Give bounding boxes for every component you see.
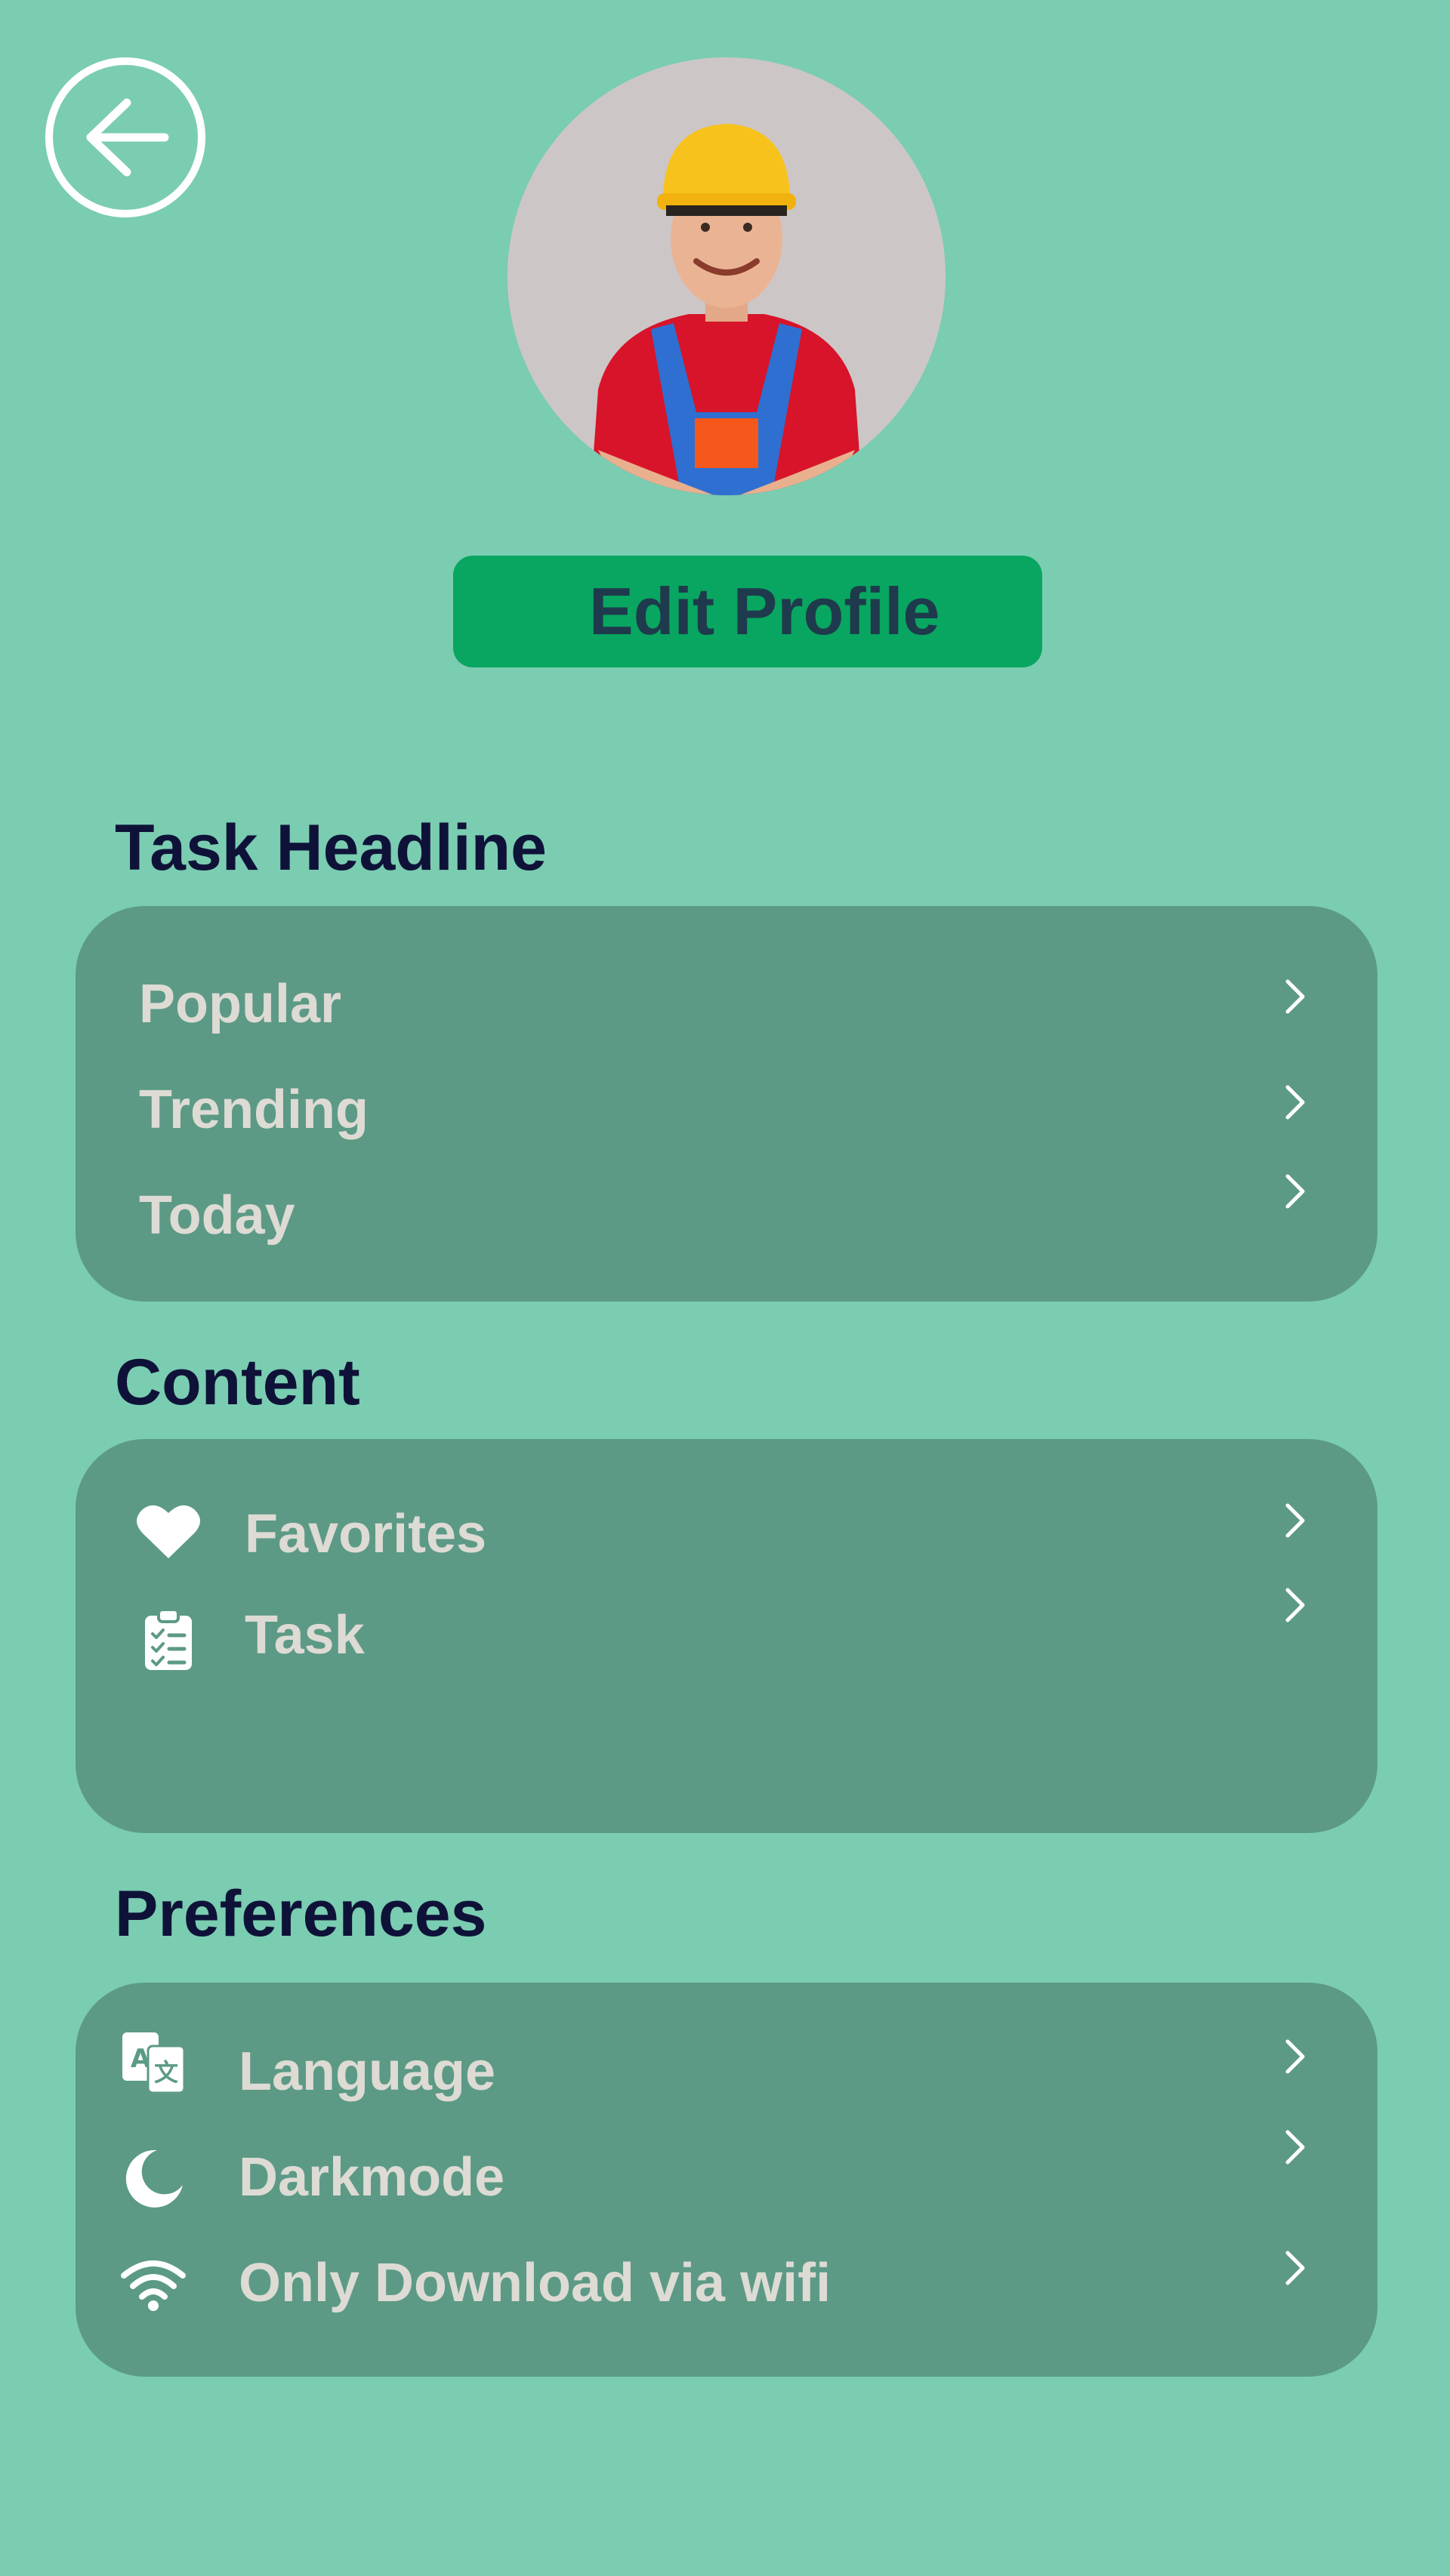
- list-item-language[interactable]: A 文 Language: [76, 2029, 1378, 2120]
- chevron-right-icon: [1285, 979, 1305, 1014]
- list-item-label: Favorites: [245, 1504, 487, 1564]
- chevron-right-icon: [1285, 2039, 1305, 2074]
- moon-icon: [125, 2149, 183, 2208]
- back-button[interactable]: [45, 57, 205, 217]
- section-title-preferences: Preferences: [115, 1878, 487, 1950]
- chevron-right-icon: [1285, 1588, 1305, 1622]
- card-task-headline: Popular Trending Today: [76, 906, 1378, 1302]
- avatar: [508, 57, 946, 495]
- chevron-right-icon: [1285, 2251, 1305, 2285]
- clipboard-checklist-icon: [145, 1608, 192, 1670]
- list-item-wifi[interactable]: Only Download via wifi: [76, 2242, 1378, 2333]
- card-preferences: A 文 Language Darkmode Only Download via …: [76, 1983, 1378, 2377]
- edit-profile-button[interactable]: Edit Profile: [453, 556, 1042, 667]
- list-item-label: Only Download via wifi: [239, 2253, 831, 2313]
- chevron-right-icon: [1285, 1503, 1305, 1538]
- arrow-left-icon: [86, 98, 169, 177]
- svg-text:文: 文: [154, 2058, 178, 2087]
- list-item-darkmode[interactable]: Darkmode: [76, 2130, 1378, 2227]
- section-title-task-headline: Task Headline: [115, 812, 547, 884]
- chevron-right-icon: [1285, 1174, 1305, 1209]
- chevron-right-icon: [1285, 1085, 1305, 1120]
- list-item-label: Language: [239, 2041, 496, 2102]
- wifi-icon: [121, 2260, 186, 2311]
- translate-icon: A 文: [122, 2032, 186, 2094]
- list-item-trending[interactable]: Trending: [76, 1065, 1378, 1155]
- list-item-label: Task: [245, 1605, 365, 1665]
- chevron-right-icon: [1285, 2130, 1305, 2165]
- edit-profile-label: Edit Profile: [589, 574, 940, 649]
- list-item-today[interactable]: Today: [76, 1170, 1378, 1261]
- list-item-popular[interactable]: Popular: [76, 957, 1378, 1048]
- list-item-task[interactable]: Task: [76, 1588, 1378, 1688]
- list-item-label: Trending: [139, 1080, 369, 1140]
- list-item-label: Darkmode: [239, 2147, 505, 2208]
- list-item-label: Today: [139, 1185, 295, 1246]
- list-item-label: Popular: [139, 974, 342, 1034]
- heart-icon: [137, 1505, 200, 1558]
- list-item-favorites[interactable]: Favorites: [76, 1496, 1378, 1587]
- card-content: Favorites Task: [76, 1439, 1378, 1833]
- section-title-content: Content: [115, 1346, 360, 1419]
